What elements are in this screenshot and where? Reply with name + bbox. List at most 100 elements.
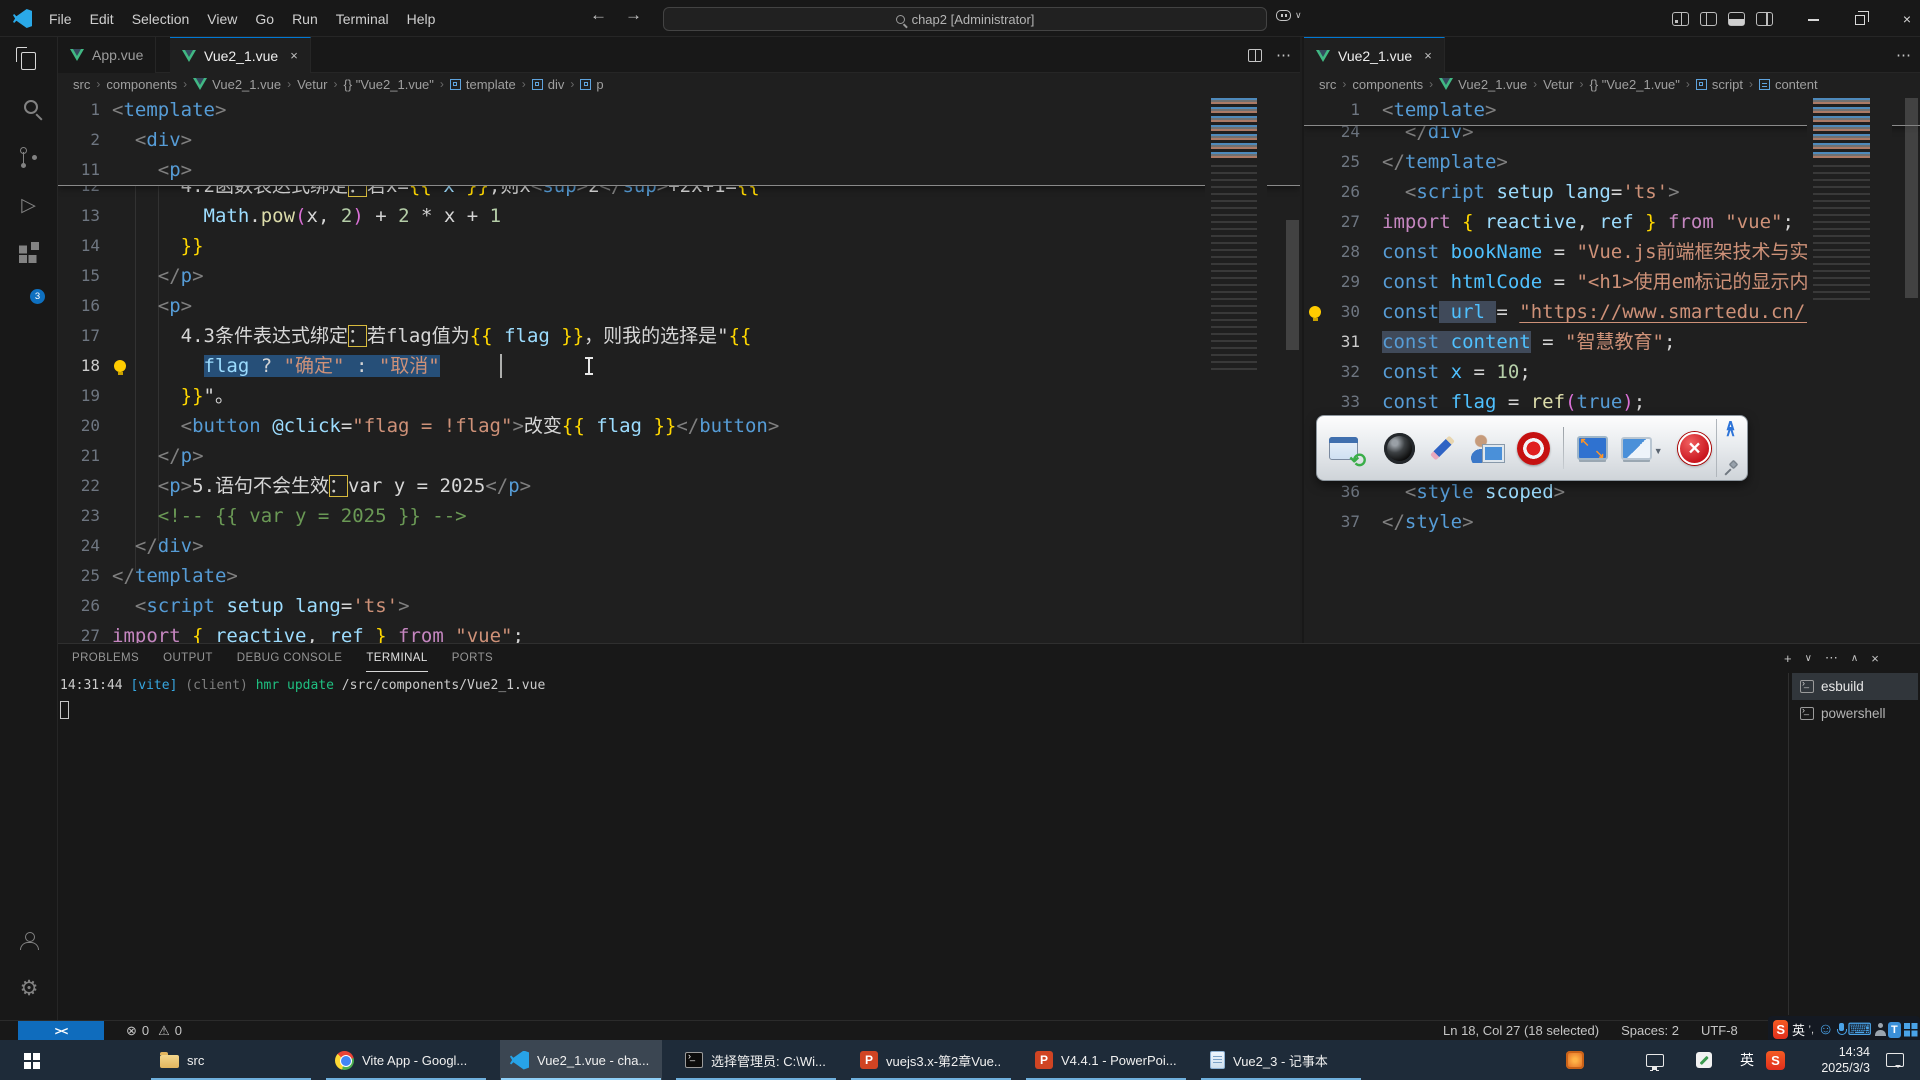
code-line[interactable]: 13 Math.pow(x, 2) + 2 * x + 1 — [58, 201, 1300, 231]
customize-layout-icon[interactable] — [1672, 12, 1689, 26]
code-editor[interactable]: 12 4.2函数表达式绑定：若x={{ x }},则x<sup>2</sup>+… — [58, 95, 1300, 643]
breadcrumb-item[interactable]: Vue2_1.vue — [1439, 77, 1527, 92]
terminal-item-powershell[interactable]: powershell — [1792, 700, 1918, 727]
breadcrumb-item[interactable]: content — [1759, 77, 1818, 92]
toggle-panel-icon[interactable] — [1728, 12, 1745, 26]
code-line[interactable]: 26 <script setup lang='ts'> — [58, 591, 1300, 621]
pin-toolbar-icon[interactable] — [1723, 460, 1738, 475]
settings-gear-icon[interactable]: ⚙ — [0, 964, 58, 1012]
menu-help[interactable]: Help — [398, 7, 445, 31]
code-line[interactable]: 19 }}"。 — [58, 381, 1300, 411]
breadcrumb-item[interactable]: Vue2_1.vue — [193, 77, 281, 92]
scrollbar-thumb[interactable] — [1286, 220, 1299, 350]
breadcrumb-item[interactable]: src — [1319, 77, 1336, 92]
cursor-position-status[interactable]: Ln 18, Col 27 (18 selected) — [1443, 1023, 1599, 1038]
restore-button[interactable] — [1845, 11, 1875, 27]
start-button[interactable] — [0, 1040, 62, 1080]
code-line[interactable]: 1<template> — [58, 95, 1300, 125]
menu-terminal[interactable]: Terminal — [327, 7, 398, 31]
explorer-icon[interactable] — [0, 37, 57, 85]
code-editor[interactable]: 24 </div>25</template>26 <script setup l… — [1304, 95, 1920, 643]
forward-icon[interactable]: → — [625, 5, 642, 25]
ime-punctuation-indicator[interactable]: ’, — [1809, 1024, 1815, 1036]
tray-display-icon[interactable] — [1646, 1040, 1664, 1080]
search-sidebar-icon[interactable] — [0, 85, 57, 133]
lens-icon[interactable] — [1384, 433, 1415, 464]
clock[interactable]: 14:34 2025/3/3 — [1798, 1040, 1870, 1080]
code-line[interactable]: 24 </div> — [58, 531, 1300, 561]
panel-tab-output[interactable]: OUTPUT — [163, 644, 213, 672]
terminal-output[interactable]: 14:31:44 [vite] (client) hmr update /src… — [60, 678, 545, 693]
account-icon[interactable] — [0, 916, 58, 964]
taskbar-app-notepad-6[interactable]: Vue2_3 - 记事本 — [1200, 1040, 1362, 1080]
more-actions-icon[interactable]: ⋯ — [1896, 46, 1912, 64]
breadcrumb-item[interactable]: template — [450, 77, 516, 92]
tab-Vue2_1.vue[interactable]: Vue2_1.vue× — [170, 37, 311, 73]
taskbar-app-chrome-1[interactable]: Vite App - Googl... — [325, 1040, 487, 1080]
tray-capture-icon[interactable] — [1566, 1040, 1584, 1080]
minimize-button[interactable] — [1798, 11, 1828, 27]
code-line[interactable]: 11 <p> — [58, 155, 1300, 185]
scrollbar-thumb[interactable] — [1905, 98, 1918, 298]
panel-tab-ports[interactable]: PORTS — [452, 644, 493, 672]
more-actions-icon[interactable]: ⋯ — [1276, 46, 1292, 64]
minimap[interactable] — [1205, 95, 1267, 535]
code-line[interactable]: 21 </p> — [58, 441, 1300, 471]
ime-language-indicator[interactable]: 英 — [1792, 1020, 1805, 1039]
notification-center-icon[interactable] — [1886, 1040, 1904, 1080]
breadcrumb-item[interactable]: {} "Vue2_1.vue" — [1589, 77, 1679, 92]
toolbox-icon[interactable] — [1904, 1023, 1915, 1036]
breadcrumb-item[interactable]: components — [1352, 77, 1423, 92]
record-icon[interactable] — [1517, 432, 1550, 465]
code-line[interactable]: 18 flag ? "确定" : "取消" — [58, 351, 1300, 381]
breadcrumb-item[interactable]: script — [1696, 77, 1743, 92]
back-icon[interactable]: ← — [590, 5, 607, 25]
command-center-search[interactable]: chap2 [Administrator] — [663, 7, 1267, 31]
tray-pen-icon[interactable] — [1696, 1040, 1712, 1080]
breadcrumb-item[interactable]: {} "Vue2_1.vue" — [343, 77, 433, 92]
close-icon[interactable]: × — [290, 48, 298, 63]
tray-sogou-icon[interactable] — [1766, 1040, 1785, 1080]
sogou-icon[interactable] — [1773, 1020, 1788, 1039]
close-icon[interactable]: × — [1424, 48, 1432, 63]
presenter-icon[interactable] — [1471, 433, 1504, 463]
extensions-icon[interactable] — [0, 229, 57, 277]
pencil-icon[interactable] — [1428, 433, 1458, 463]
collapse-toolbar-icon[interactable] — [1725, 421, 1736, 437]
breadcrumb-item[interactable]: src — [73, 77, 90, 92]
code-line[interactable]: 16 <p> — [58, 291, 1300, 321]
sticky-scroll[interactable]: 1<template>2 <div>11 <p> — [58, 95, 1300, 186]
account-icon[interactable] — [1875, 1023, 1884, 1036]
taskbar-app-vscode-2[interactable]: Vue2_1.vue - cha... — [500, 1040, 662, 1080]
indentation-status[interactable]: Spaces: 2 — [1621, 1023, 1679, 1038]
maximize-panel-icon[interactable]: ∧ — [1851, 653, 1858, 664]
toggle-secondary-sidebar-icon[interactable] — [1756, 12, 1773, 26]
breadcrumb-item[interactable]: p — [580, 77, 603, 92]
code-line[interactable]: 25</template> — [58, 561, 1300, 591]
minimap[interactable] — [1807, 95, 1892, 535]
panel-tab-debug-console[interactable]: DEBUG CONSOLE — [237, 644, 343, 672]
menu-go[interactable]: Go — [246, 7, 283, 31]
breadcrumb-item[interactable]: Vetur — [297, 77, 327, 92]
stop-close-icon[interactable] — [1678, 432, 1711, 465]
close-panel-icon[interactable]: × — [1871, 651, 1879, 666]
code-line[interactable]: 22 <p>5.语句不会生效：var y = 2025</p> — [58, 471, 1300, 501]
code-line[interactable]: 17 4.3条件表达式绑定：若flag值为{{ flag }}，则我的选择是"{… — [58, 321, 1300, 351]
code-line[interactable]: 23 <!-- {{ var y = 2025 }} --> — [58, 501, 1300, 531]
lightbulb-icon[interactable] — [1309, 306, 1321, 318]
fullscreen-capture-icon[interactable] — [1577, 436, 1608, 460]
skin-icon[interactable] — [1888, 1022, 1901, 1038]
new-terminal-icon[interactable]: + — [1784, 651, 1792, 666]
menu-selection[interactable]: Selection — [123, 7, 199, 31]
panel-more-icon[interactable]: ⋯ — [1825, 650, 1838, 666]
taskbar-app-cmd-3[interactable]: 选择管理员: C:\Wi... — [675, 1040, 837, 1080]
encoding-status[interactable]: UTF-8 — [1701, 1023, 1738, 1038]
menu-edit[interactable]: Edit — [81, 7, 123, 31]
menu-run[interactable]: Run — [283, 7, 327, 31]
code-line[interactable]: 20 <button @click="flag = !flag">改变{{ fl… — [58, 411, 1300, 441]
toggle-sidebar-icon[interactable] — [1700, 12, 1717, 26]
menu-view[interactable]: View — [198, 7, 246, 31]
close-button[interactable]: × — [1892, 11, 1920, 27]
terminal-dropdown-icon[interactable]: ∨ — [1805, 653, 1812, 664]
panel-tab-problems[interactable]: PROBLEMS — [72, 644, 139, 672]
